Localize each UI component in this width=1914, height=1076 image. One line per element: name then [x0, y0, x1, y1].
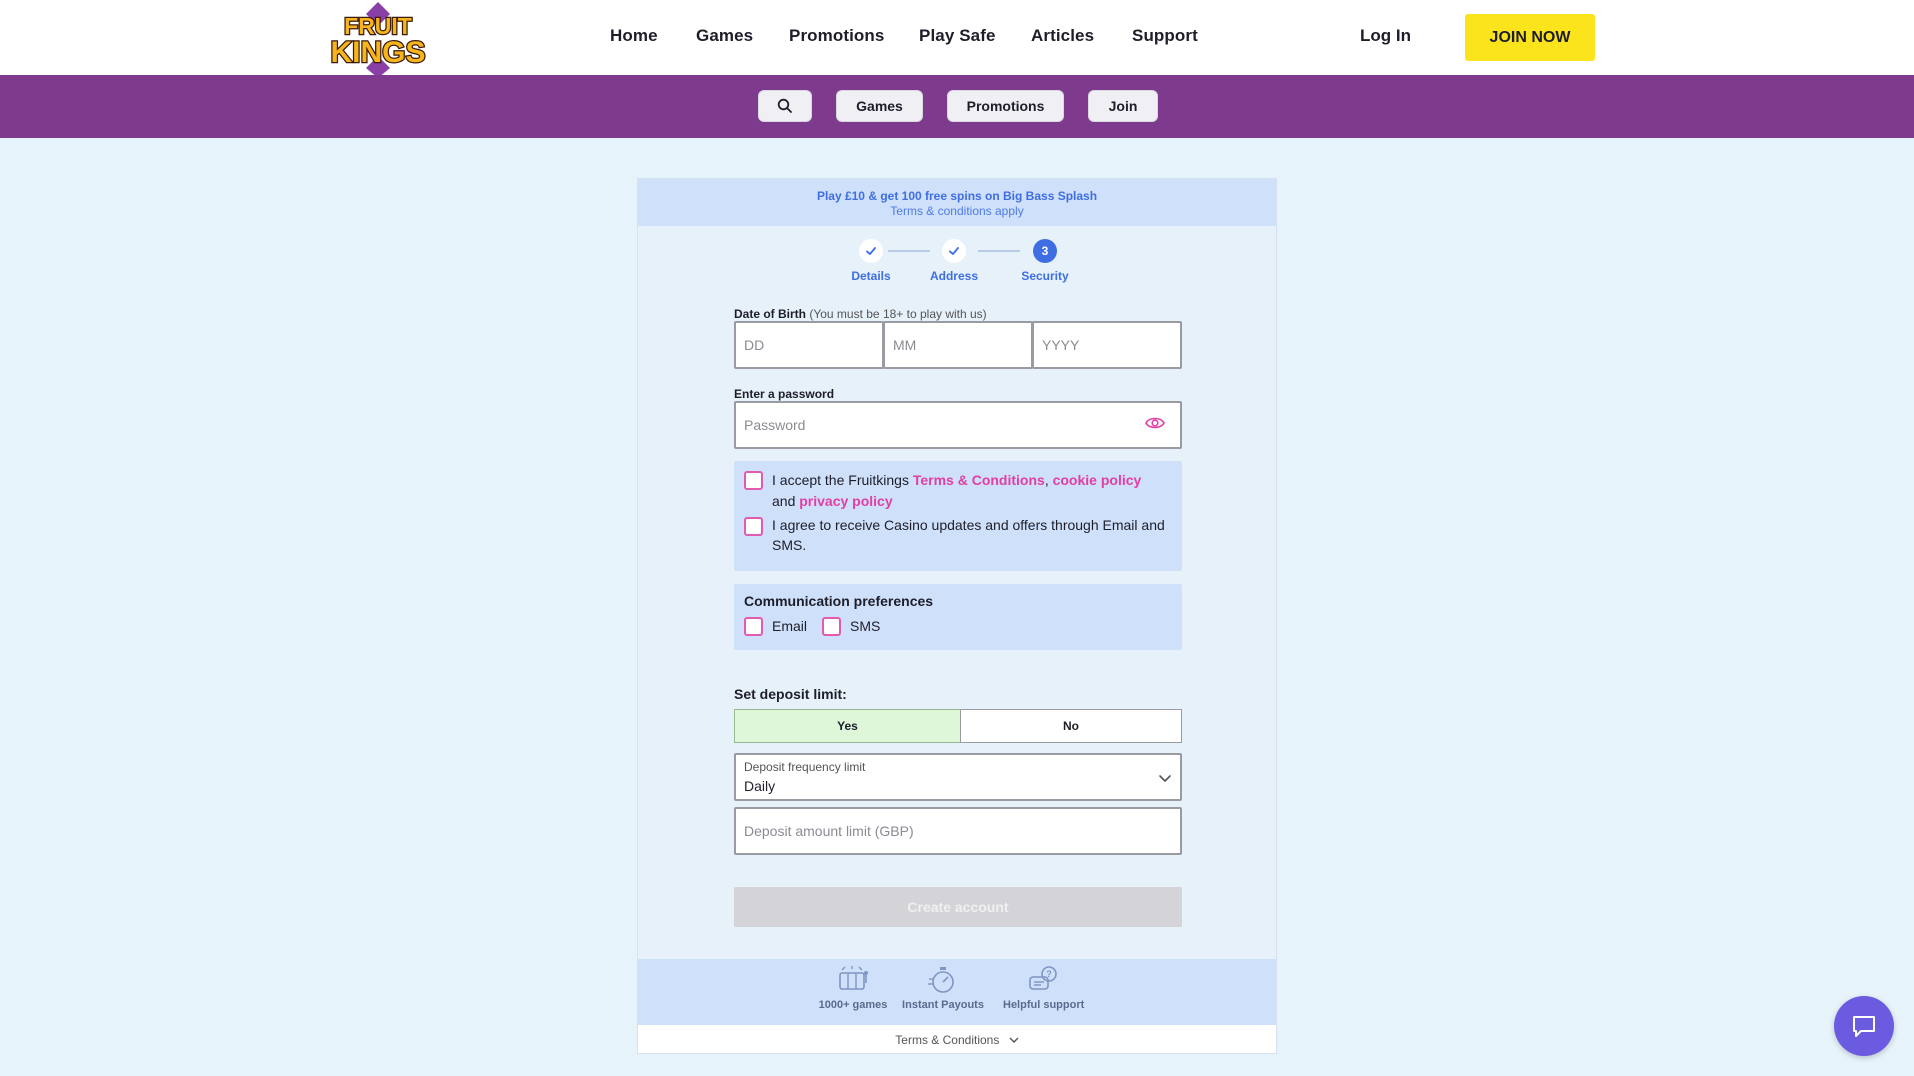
password-label: Enter a password [734, 387, 835, 401]
join-now-button[interactable]: JOIN NOW [1465, 14, 1595, 61]
deposit-frequency-select[interactable]: Deposit frequency limit Daily [734, 753, 1182, 801]
chevron-down-icon [1009, 1037, 1019, 1043]
dob-month-input[interactable] [883, 321, 1033, 369]
check-icon [949, 247, 959, 255]
login-link[interactable]: Log In [1360, 26, 1411, 46]
nav-home[interactable]: Home [610, 26, 658, 46]
feature-support-label: Helpful support [1003, 999, 1085, 1011]
sms-pref-label: SMS [850, 618, 881, 634]
promo-banner[interactable]: Play £10 & get 100 free spins on Big Bas… [638, 179, 1276, 226]
dob-label: Date of Birth (You must be 18+ to play w… [734, 307, 987, 321]
step-address: Address [924, 239, 984, 283]
stopwatch-icon [928, 967, 954, 993]
slot-machine-icon [839, 966, 868, 990]
email-pref-checkbox[interactable] [744, 617, 763, 636]
deposit-limit-yes[interactable]: Yes [734, 709, 961, 743]
step-details: Details [841, 239, 901, 283]
eye-icon[interactable] [1145, 415, 1165, 431]
promo-title: Play £10 & get 100 free spins on Big Bas… [816, 189, 1098, 203]
terms-footer-toggle[interactable]: Terms & Conditions [638, 1025, 1276, 1053]
create-account-button[interactable]: Create account [734, 887, 1182, 927]
step-details-label: Details [851, 269, 891, 283]
marketing-consent-checkbox[interactable] [744, 517, 763, 536]
features-strip: 1000+ games Instant Payouts ? Helpful su… [638, 959, 1276, 1025]
terms-comma: , [1044, 472, 1053, 488]
support-chat-icon: ? [1029, 966, 1057, 990]
step-security-dot: 3 [1033, 239, 1057, 263]
quick-nav-bar: Games Promotions Join [0, 75, 1914, 138]
communication-preferences: Communication preferences Email SMS [734, 584, 1182, 650]
feature-games-label: 1000+ games [818, 999, 888, 1011]
deposit-limit-no[interactable]: No [960, 709, 1182, 743]
dob-day-input[interactable] [734, 321, 884, 369]
nav-articles[interactable]: Articles [1031, 26, 1094, 46]
accept-terms-prefix: I accept the Fruitkings [772, 472, 913, 488]
email-pref-label: Email [772, 618, 808, 634]
nav-promotions[interactable]: Promotions [789, 26, 884, 46]
feature-support: ? Helpful support [1003, 965, 1085, 1011]
deposit-limit-title: Set deposit limit: [734, 686, 847, 702]
step-address-dot [942, 239, 966, 263]
feature-payouts: Instant Payouts [898, 965, 988, 1011]
quick-promotions-button[interactable]: Promotions [947, 90, 1064, 122]
chevron-down-icon [1159, 775, 1171, 782]
password-input[interactable] [734, 401, 1182, 449]
dob-label-text: Date of Birth [734, 307, 806, 321]
search-icon [777, 98, 792, 113]
dob-year-input[interactable] [1032, 321, 1182, 369]
check-icon [866, 247, 876, 255]
quick-join-button[interactable]: Join [1088, 90, 1158, 122]
deposit-amount-input[interactable] [734, 807, 1182, 855]
search-button[interactable] [758, 90, 812, 122]
svg-text:?: ? [1046, 969, 1052, 979]
communication-title: Communication preferences [744, 593, 934, 609]
terms-conditions-link[interactable]: Terms & Conditions [913, 472, 1045, 488]
step-details-dot [859, 239, 883, 263]
terms-box: I accept the Fruitkings Terms & Conditio… [734, 461, 1182, 571]
chat-button[interactable] [1834, 996, 1894, 1056]
sms-pref-checkbox[interactable] [822, 617, 841, 636]
main-nav: Home Games Promotions Play Safe Articles… [0, 0, 1914, 75]
deposit-frequency-value: Daily [744, 778, 776, 794]
marketing-consent-text: I agree to receive Casino updates and of… [772, 517, 1165, 553]
top-header: FRUIT KINGS Home Games Promotions Play S… [0, 0, 1914, 78]
cookie-policy-link[interactable]: cookie policy [1053, 472, 1142, 488]
chat-icon [1853, 1016, 1875, 1037]
feature-games: 1000+ games [813, 965, 893, 1011]
promo-terms[interactable]: Terms & conditions apply [638, 204, 1276, 218]
nav-support[interactable]: Support [1132, 26, 1198, 46]
registration-card: Play £10 & get 100 free spins on Big Bas… [637, 178, 1277, 1054]
terms-and: and [772, 493, 800, 509]
feature-payouts-label: Instant Payouts [902, 999, 984, 1011]
accept-terms-checkbox[interactable] [744, 471, 763, 490]
dob-hint: (You must be 18+ to play with us) [809, 307, 987, 321]
step-address-label: Address [929, 269, 979, 283]
accept-terms-text: I accept the Fruitkings Terms & Conditio… [772, 470, 1172, 512]
terms-footer-label: Terms & Conditions [895, 1033, 1000, 1047]
nav-games[interactable]: Games [696, 26, 753, 46]
privacy-policy-link[interactable]: privacy policy [799, 493, 892, 509]
step-security-label: Security [1021, 269, 1069, 283]
step-security: 3 Security [1010, 239, 1080, 283]
nav-play-safe[interactable]: Play Safe [919, 26, 996, 46]
quick-games-button[interactable]: Games [836, 90, 923, 122]
deposit-frequency-label: Deposit frequency limit [744, 760, 866, 774]
